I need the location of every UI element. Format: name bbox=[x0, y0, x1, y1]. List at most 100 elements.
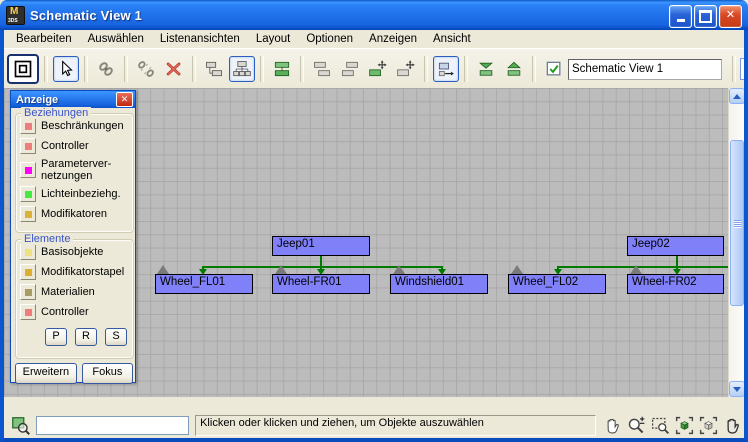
view-name-input[interactable] bbox=[568, 58, 722, 80]
materials-color bbox=[24, 288, 32, 296]
separator bbox=[260, 56, 264, 82]
scroll-down-button[interactable] bbox=[729, 381, 744, 397]
color-swatch-button[interactable] bbox=[20, 206, 36, 222]
zoom-extents-selected-button[interactable] bbox=[697, 415, 720, 437]
find-button[interactable] bbox=[10, 415, 32, 437]
hierarchy-mode-button[interactable] bbox=[201, 56, 227, 82]
scroll-up-button[interactable] bbox=[729, 88, 744, 104]
zoom-region-button[interactable] bbox=[649, 415, 672, 437]
schematic-view-window: M 3DS Schematic View 1 ✕ Bearbeiten Ausw… bbox=[0, 0, 748, 442]
modifierstack-color bbox=[24, 268, 32, 276]
menu-auswaehlen[interactable]: Auswählen bbox=[80, 31, 152, 47]
minimize-button[interactable] bbox=[669, 5, 692, 28]
beschraenkungen-color bbox=[24, 122, 32, 130]
collapse-selected-button[interactable] bbox=[473, 56, 499, 82]
filter-row: Materialien bbox=[20, 284, 133, 300]
node-wheel-fr01[interactable]: Wheel-FR01 bbox=[272, 274, 370, 294]
arrange-selected-button[interactable] bbox=[337, 56, 363, 82]
color-swatch-button[interactable] bbox=[20, 186, 36, 202]
panel-title: Anzeige bbox=[16, 93, 59, 106]
node-wheel-fl01[interactable]: Wheel_FL01 bbox=[155, 274, 253, 294]
color-swatch-button[interactable] bbox=[20, 244, 36, 260]
arrange-children-icon bbox=[314, 61, 330, 77]
vertical-scrollbar[interactable] bbox=[728, 88, 744, 397]
expand-triangle[interactable] bbox=[275, 265, 287, 274]
node-jeep01[interactable]: Jeep01 bbox=[272, 236, 370, 256]
menu-optionen[interactable]: Optionen bbox=[298, 31, 361, 47]
window-title: Schematic View 1 bbox=[30, 7, 143, 23]
expand-triangle[interactable] bbox=[157, 265, 169, 274]
expand-selected-button[interactable] bbox=[501, 56, 527, 82]
box-arrow-icon bbox=[438, 62, 454, 77]
always-arrange-button[interactable] bbox=[269, 56, 295, 82]
panel-title-bar[interactable]: Anzeige ✕ bbox=[11, 91, 135, 108]
zoom-region-icon bbox=[651, 417, 670, 435]
color-swatch-button[interactable] bbox=[20, 138, 36, 154]
node-windshield01[interactable]: Windshield01 bbox=[390, 274, 488, 294]
free-all-button[interactable] bbox=[393, 56, 419, 82]
node-wheel-fl02[interactable]: Wheel_FL02 bbox=[508, 274, 606, 294]
maximize-button[interactable] bbox=[694, 5, 717, 28]
unlink-icon bbox=[138, 61, 154, 77]
menu-ansicht[interactable]: Ansicht bbox=[425, 31, 479, 47]
pan-hand-icon bbox=[607, 418, 619, 434]
find-input[interactable] bbox=[36, 416, 190, 435]
color-swatch-button[interactable] bbox=[20, 284, 36, 300]
tool-bar bbox=[4, 48, 744, 89]
thumb-grip bbox=[733, 225, 741, 227]
separator bbox=[732, 56, 736, 82]
link-icon bbox=[99, 62, 113, 76]
expand-button[interactable]: Erweitern bbox=[15, 363, 77, 384]
preferences-checkbox-button[interactable] bbox=[541, 56, 567, 82]
node-jeep02[interactable]: Jeep02 bbox=[627, 236, 724, 256]
unlink-button[interactable] bbox=[133, 56, 159, 82]
parameterwiring-color bbox=[24, 166, 32, 174]
expand-triangle[interactable] bbox=[511, 265, 523, 274]
bookmark-dropdown[interactable] bbox=[740, 58, 744, 80]
focus-button[interactable]: Fokus bbox=[81, 363, 133, 384]
vertical-scroll-thumb[interactable] bbox=[730, 140, 744, 306]
color-swatch-button[interactable] bbox=[20, 162, 36, 178]
bookmark-dropdown-value bbox=[741, 59, 744, 79]
menu-listenansichten[interactable]: Listenansichten bbox=[152, 31, 248, 47]
app-logo-icon: M 3DS bbox=[6, 5, 25, 25]
scale-button[interactable]: S bbox=[105, 328, 127, 346]
menu-layout[interactable]: Layout bbox=[248, 31, 299, 47]
zoom-button[interactable] bbox=[625, 415, 648, 437]
select-mode-button[interactable] bbox=[53, 56, 79, 82]
position-button[interactable]: P bbox=[45, 328, 67, 346]
filter-row: Controller bbox=[20, 138, 133, 154]
delete-button[interactable] bbox=[161, 56, 187, 82]
green-stack-icon bbox=[274, 61, 290, 77]
filter-row: Basisobjekte bbox=[20, 244, 133, 260]
separator bbox=[300, 56, 304, 82]
display-floater-toggle-button[interactable] bbox=[7, 54, 39, 84]
box-in-box-icon bbox=[14, 60, 32, 78]
rotation-button[interactable]: R bbox=[75, 328, 97, 346]
free-selected-button[interactable] bbox=[365, 56, 391, 82]
pan-mode-button[interactable] bbox=[721, 415, 744, 437]
free-selected-icon bbox=[369, 60, 387, 77]
hierarchy-list-icon bbox=[206, 61, 222, 77]
color-swatch-button[interactable] bbox=[20, 304, 36, 320]
pan-button[interactable] bbox=[601, 415, 624, 437]
color-swatch-button[interactable] bbox=[20, 264, 36, 280]
expand-triangle[interactable] bbox=[630, 265, 642, 274]
expand-triangle[interactable] bbox=[393, 265, 405, 274]
grab-hand-icon bbox=[727, 418, 739, 434]
zoom-extents-button[interactable] bbox=[673, 415, 696, 437]
baseobjects-color bbox=[24, 248, 32, 256]
filter-row: Modifikatoren bbox=[20, 206, 133, 222]
panel-close-button[interactable]: ✕ bbox=[116, 92, 133, 107]
color-swatch-button[interactable] bbox=[20, 118, 36, 134]
references-mode-button[interactable] bbox=[229, 56, 255, 82]
menu-anzeigen[interactable]: Anzeigen bbox=[361, 31, 425, 47]
arrange-children-button[interactable] bbox=[309, 56, 335, 82]
close-button[interactable]: ✕ bbox=[719, 5, 742, 28]
menu-bearbeiten[interactable]: Bearbeiten bbox=[8, 31, 80, 47]
zoom-extents-green-icon bbox=[675, 416, 694, 435]
node-wheel-fr02[interactable]: Wheel-FR02 bbox=[627, 274, 724, 294]
move-children-button[interactable] bbox=[433, 56, 459, 82]
filter-row: Parameterver- netzungen bbox=[20, 158, 133, 182]
connect-button[interactable] bbox=[93, 56, 119, 82]
